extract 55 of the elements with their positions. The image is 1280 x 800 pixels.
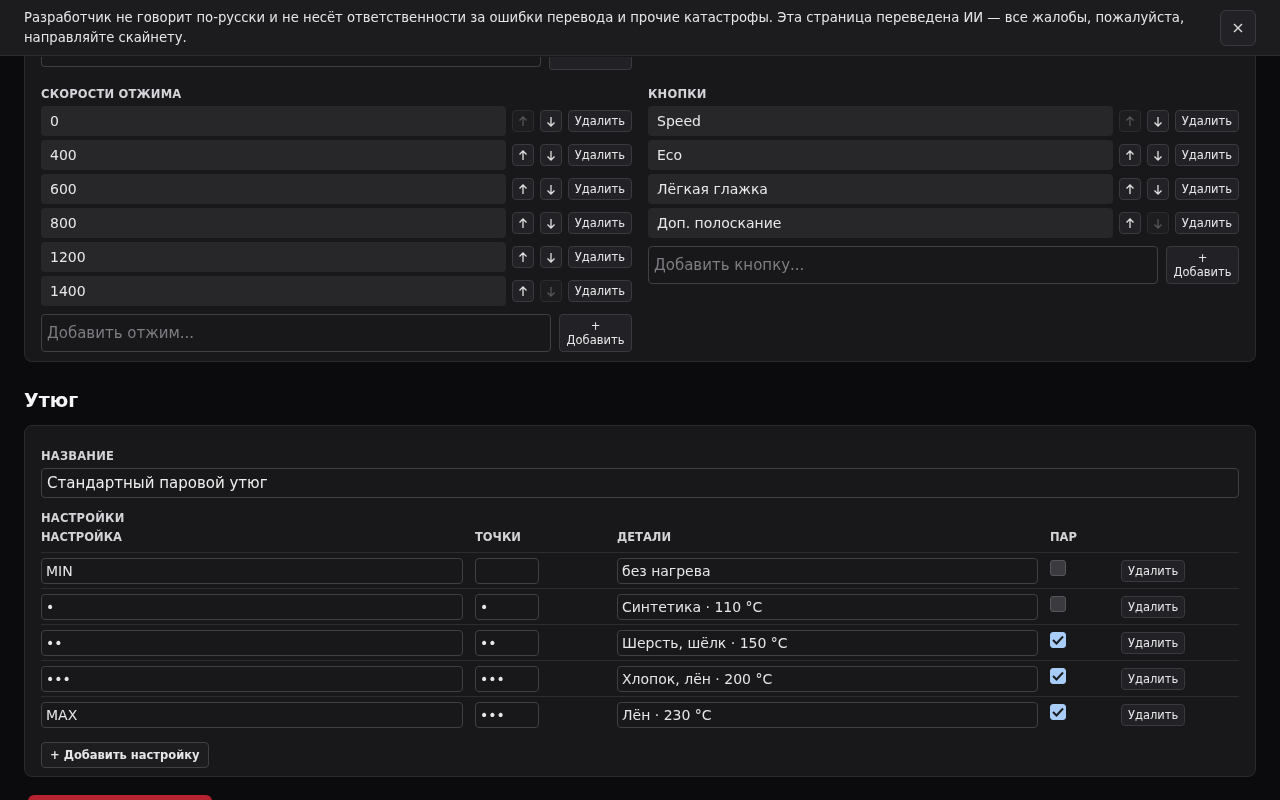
column-header: НАСТРОЙКА (41, 530, 123, 544)
delete-button[interactable]: Удалить (567, 280, 632, 302)
setting-field[interactable]: •• (41, 629, 463, 656)
delete-button[interactable]: Удалить (567, 246, 632, 268)
field-label: НАЗВАНИЕ (41, 448, 116, 464)
dots-field[interactable]: • (475, 593, 539, 620)
delete-button[interactable]: Удалить (1121, 667, 1186, 690)
setting-field[interactable]: MAX (41, 701, 463, 728)
section-label: НАСТРОЙКИ (41, 510, 126, 526)
value-field[interactable]: 1200 (41, 242, 506, 272)
dots-field[interactable]: ••• (475, 701, 539, 728)
value-field[interactable]: 800 (41, 208, 506, 238)
delete-button[interactable]: Удалить (1121, 559, 1186, 582)
value-field[interactable]: Доп. полоскание (648, 208, 1113, 238)
value-field[interactable]: 0 (41, 106, 506, 136)
column-header: ТОЧКИ (475, 530, 522, 544)
add-button[interactable]: + Добавить (559, 314, 632, 352)
delete-button[interactable]: Удалить (567, 144, 632, 166)
delete-button[interactable]: Удалить (1174, 144, 1239, 166)
column-header: ПАР (1050, 530, 1078, 544)
delete-button[interactable]: Удалить (1174, 178, 1239, 200)
section-label: СКОРОСТИ ОТЖИМА (41, 86, 183, 102)
add-setting-button[interactable]: + Добавить настройку (41, 742, 209, 768)
add-button[interactable]: + Добавить (1166, 246, 1239, 284)
name-field[interactable]: Стандартный паровой утюг (41, 468, 1239, 498)
value-field[interactable]: 1400 (41, 276, 506, 306)
section-heading: Утюг (24, 388, 80, 412)
details-field[interactable]: Шерсть, шёлк · 150 °C (617, 629, 1038, 656)
dots-field[interactable]: ••• (475, 665, 539, 692)
delete-button[interactable]: Удалить (567, 110, 632, 132)
delete-button[interactable]: Удалить (567, 212, 632, 234)
delete-button[interactable]: Удалить (1121, 631, 1186, 654)
delete-button[interactable]: Удалить (1174, 212, 1239, 234)
delete-button[interactable]: Удалить (1121, 595, 1186, 618)
setting-field[interactable]: ••• (41, 665, 463, 692)
section-label: КНОПКИ (648, 86, 708, 102)
value-field[interactable]: Speed (648, 106, 1113, 136)
add-field[interactable]: Добавить кнопку... (648, 246, 1158, 284)
details-field[interactable]: Хлопок, лён · 200 °C (617, 665, 1038, 692)
delete-button[interactable]: Удалить (567, 178, 632, 200)
delete-button[interactable]: Удалить (1121, 703, 1186, 726)
details-field[interactable]: Лён · 230 °C (617, 701, 1038, 728)
add-field[interactable]: Добавить отжим... (41, 314, 551, 352)
delete-button[interactable]: Удалить (1174, 110, 1239, 132)
dots-field[interactable]: •• (475, 629, 539, 656)
details-field[interactable]: без нагрева (617, 557, 1038, 584)
value-field[interactable]: Лёгкая глажка (648, 174, 1113, 204)
notice-text: Разработчик не говорит по-русски и не несёт ответственности за ошибки перевода и прочие катастрофы. Эта страница переведена ИИ — все жалобы, пожалуйста, направляйте скайнету. (24, 9, 1186, 47)
value-field[interactable]: Eco (648, 140, 1113, 170)
setting-field[interactable]: • (41, 593, 463, 620)
column-header: ДЕТАЛИ (617, 530, 673, 544)
value-field[interactable]: 600 (41, 174, 506, 204)
setting-field[interactable]: MIN (41, 557, 463, 584)
value-field[interactable]: 400 (41, 140, 506, 170)
details-field[interactable]: Синтетика · 110 °C (617, 593, 1038, 620)
